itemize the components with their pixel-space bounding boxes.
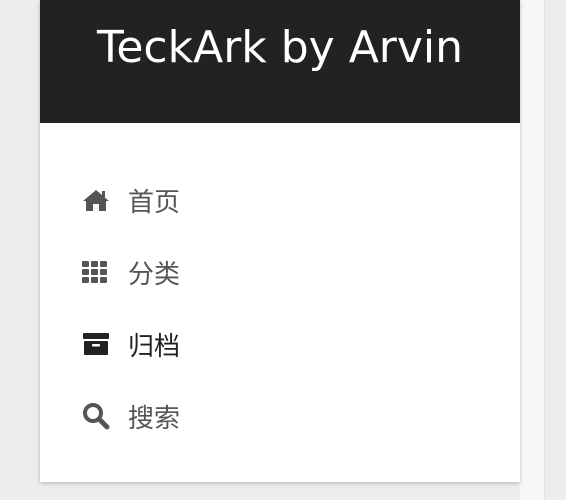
menu-item-label: 归档 (128, 331, 181, 362)
menu-item-label: 搜索 (128, 403, 181, 434)
menu-item-search[interactable]: 搜索 (40, 380, 520, 452)
main-menu: 首页 分类 归档 搜索 (40, 164, 520, 452)
search-icon (82, 401, 112, 431)
menu-item-home[interactable]: 首页 (40, 164, 520, 236)
site-header: TeckArk by Arvin (40, 0, 520, 123)
site-title[interactable]: TeckArk by Arvin (97, 22, 463, 73)
menu-item-label: 首页 (128, 187, 181, 218)
menu-item-archives[interactable]: 归档 (40, 308, 520, 380)
side-strip (520, 0, 545, 500)
home-icon (82, 185, 112, 215)
menu-item-label: 分类 (128, 259, 181, 290)
archive-icon (82, 329, 112, 359)
sidebar-panel: TeckArk by Arvin 首页 分类 归档 搜索 (40, 0, 520, 482)
grid-icon (82, 257, 112, 287)
menu-item-categories[interactable]: 分类 (40, 236, 520, 308)
